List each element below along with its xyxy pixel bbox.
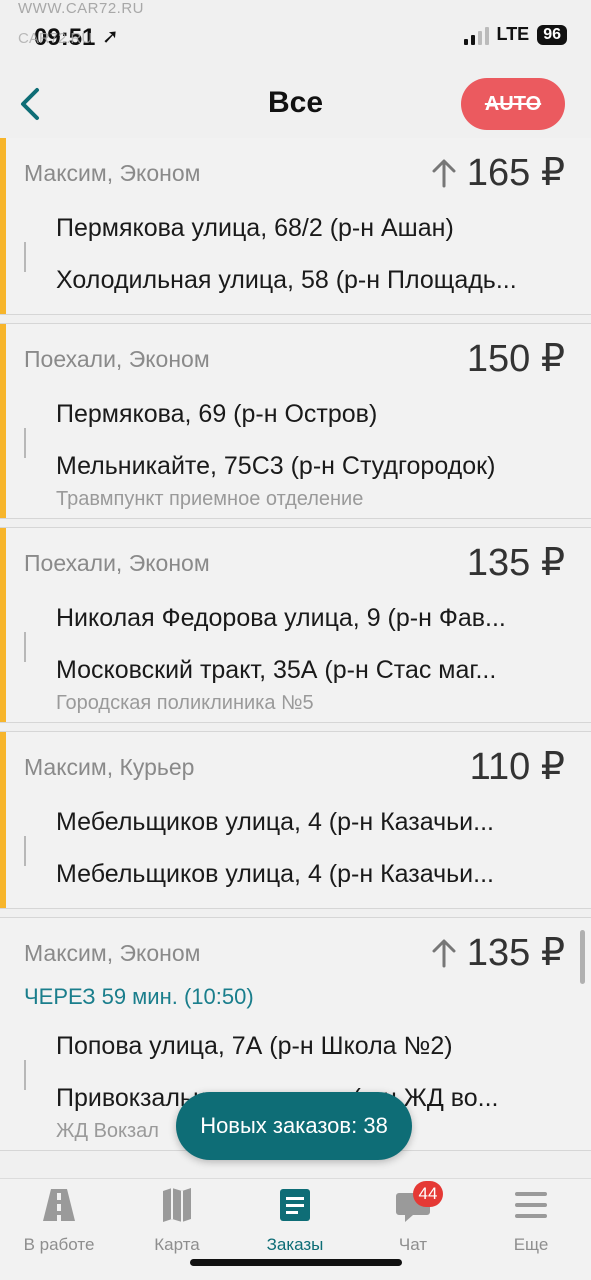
nav-item-in-progress[interactable]: В работе [4, 1187, 114, 1255]
order-price: 135 ₽ [431, 930, 565, 975]
order-route: Пермякова улица, 68/2 (р-н Ашан) Холодиль… [0, 206, 591, 310]
battery-level: 96 [537, 24, 567, 45]
order-service: Максим, Курьер [24, 754, 195, 780]
address-text: Николая Федорова улица, 9 (р-н Фав... [56, 604, 506, 632]
home-indicator [190, 1259, 402, 1266]
order-price-value: 135 ₽ [466, 932, 565, 974]
dropoff-address: Московский тракт, 35А (р-н Стас маг... [56, 648, 565, 700]
order-scheduled-time: ЧЕРЕЗ 59 мин. (10:50) [24, 984, 254, 1009]
pickup-address: Николая Федорова улица, 9 (р-н Фав... [56, 596, 565, 648]
order-price-value: 150 ₽ [466, 338, 565, 380]
nav-item-more[interactable]: Еще [476, 1187, 586, 1255]
orders-icon [275, 1187, 315, 1223]
nav-label: В работе [23, 1235, 95, 1254]
nav-label: Заказы [266, 1235, 324, 1254]
address-text: Попова улица, 7А (р-н Школа №2) [56, 1032, 453, 1060]
address-text: Мельникайте, 75С3 (р-н Студгородок) [56, 452, 496, 480]
watermark-secondary: CAR72.RU [18, 30, 93, 47]
order-service: Поехали, Эконом [24, 346, 210, 372]
watermark: WWW.CAR72.RU [18, 0, 144, 17]
order-header: Поехали, Эконом 135 ₽ [0, 528, 591, 596]
status-bar: WWW.CAR72.RU 09:51 ➚ CAR72.RU LTE 96 [0, 0, 591, 72]
route-connector [24, 428, 26, 458]
menu-icon [511, 1187, 551, 1223]
route-connector [24, 836, 26, 866]
order-price: 135 ₽ [467, 540, 565, 585]
signal-icon [463, 25, 489, 45]
address-text: Холодильная улица, 58 (р-н Площадь... [56, 266, 517, 294]
nav-item-orders[interactable]: Заказы [240, 1187, 350, 1255]
nav-item-chat[interactable]: 44 Чат [358, 1181, 468, 1255]
pickup-address: Пермякова улица, 68/2 (р-н Ашан) [56, 206, 565, 258]
address-text: Мебельщиков улица, 4 (р-н Казачьи... [56, 808, 494, 836]
new-orders-toast[interactable]: Новых заказов: 38 [176, 1092, 412, 1160]
route-connector [24, 1060, 26, 1090]
surge-arrow-up-icon [432, 159, 456, 187]
pickup-address: Мебельщиков улица, 4 (р-н Казачьи... [56, 800, 565, 852]
nav-label: Чат [398, 1235, 428, 1254]
header: Все AUTO [0, 72, 591, 138]
order-card[interactable]: Максим, Курьер 110 ₽ Мебельщиков улица, 4 … [0, 731, 591, 909]
nav-label: Карта [154, 1235, 200, 1254]
order-price-value: 135 ₽ [466, 542, 565, 584]
order-price: 110 ₽ [470, 744, 565, 789]
nav-label: Еще [513, 1235, 549, 1254]
order-price: 165 ₽ [431, 150, 565, 195]
network-type: LTE [496, 24, 530, 44]
order-header: Поехали, Эконом 150 ₽ [0, 324, 591, 392]
order-price-value: 165 ₽ [466, 152, 565, 194]
order-price-value: 110 ₽ [469, 746, 565, 788]
order-card[interactable]: Максим, Эконом 165 ₽ Пермякова улица, 68/2… [0, 138, 591, 315]
map-icon [157, 1187, 197, 1223]
chat-badge: 44 [413, 1181, 443, 1207]
order-route: Николая Федорова улица, 9 (р-н Фав... Мос… [0, 596, 591, 700]
nav-item-map[interactable]: Карта [122, 1187, 232, 1255]
route-connector [24, 632, 26, 662]
pickup-address: Пермякова, 69 (р-н Остров) [56, 392, 565, 444]
order-card[interactable]: Поехали, Эконом 150 ₽ Пермякова, 69 (р-н О… [0, 323, 591, 519]
dropoff-address: Мебельщиков улица, 4 (р-н Казачьи... [56, 852, 565, 904]
order-service: Максим, Эконом [24, 160, 201, 186]
orders-list: Максим, Эконом 165 ₽ Пермякова улица, 68/2… [0, 138, 591, 1159]
road-icon [39, 1187, 79, 1223]
surge-arrow-up-icon [432, 939, 456, 967]
order-service: Максим, Эконом [24, 940, 201, 966]
order-route: Пермякова, 69 (р-н Остров) Мельникайте, 7… [0, 392, 591, 496]
chat-icon: 44 [393, 1181, 443, 1223]
location-arrow-icon: ➚ [102, 26, 119, 48]
order-route: Мебельщиков улица, 4 (р-н Казачьи... Мебе… [0, 800, 591, 904]
dropoff-address: Холодильная улица, 58 (р-н Площадь... [56, 258, 565, 310]
auto-toggle-button[interactable]: AUTO [461, 78, 565, 130]
address-text: Пермякова, 69 (р-н Остров) [56, 400, 378, 428]
dropoff-address: Мельникайте, 75С3 (р-н Студгородок) [56, 444, 565, 496]
order-header: Максим, Эконом 135 ₽ [0, 918, 591, 986]
address-text: Мебельщиков улица, 4 (р-н Казачьи... [56, 860, 494, 888]
status-indicators: LTE 96 [463, 24, 567, 45]
route-connector [24, 242, 26, 272]
order-card[interactable]: Поехали, Эконом 135 ₽ Николая Федорова ули… [0, 527, 591, 723]
address-text: Пермякова улица, 68/2 (р-н Ашан) [56, 214, 454, 242]
pickup-address: Попова улица, 7А (р-н Школа №2) [56, 1024, 565, 1076]
order-price: 150 ₽ [467, 336, 565, 381]
order-service: Поехали, Эконом [24, 550, 210, 576]
scrollbar[interactable] [580, 930, 585, 984]
address-text: Московский тракт, 35А (р-н Стас маг... [56, 656, 497, 684]
order-header: Максим, Курьер 110 ₽ [0, 732, 591, 800]
order-header: Максим, Эконом 165 ₽ [0, 138, 591, 206]
